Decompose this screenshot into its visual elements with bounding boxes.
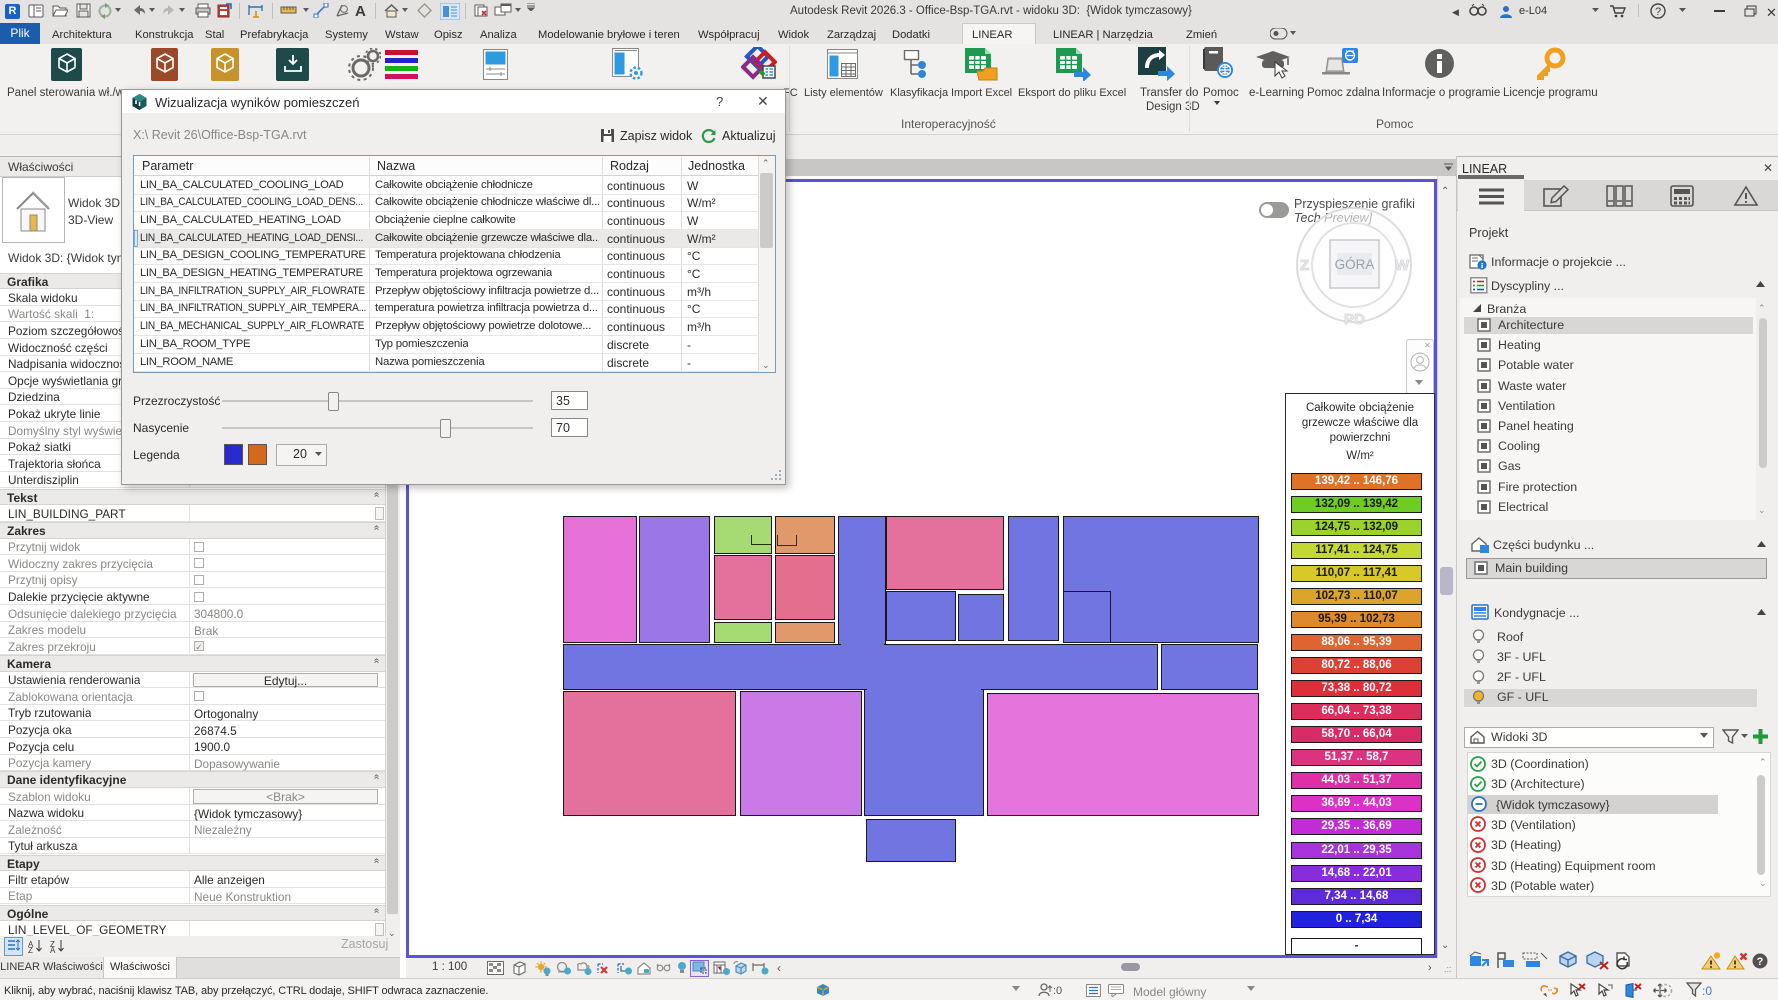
svg-text:GÓRA: GÓRA [1335, 257, 1375, 272]
svg-text:Z: Z [28, 946, 33, 953]
svg-text:W: W [1395, 257, 1410, 274]
svg-text:PD: PD [1344, 311, 1365, 328]
svg-text:?: ? [1757, 956, 1764, 968]
svg-text:A: A [50, 946, 56, 953]
svg-text:?: ? [1655, 6, 1661, 18]
svg-text:Z: Z [1300, 257, 1309, 274]
